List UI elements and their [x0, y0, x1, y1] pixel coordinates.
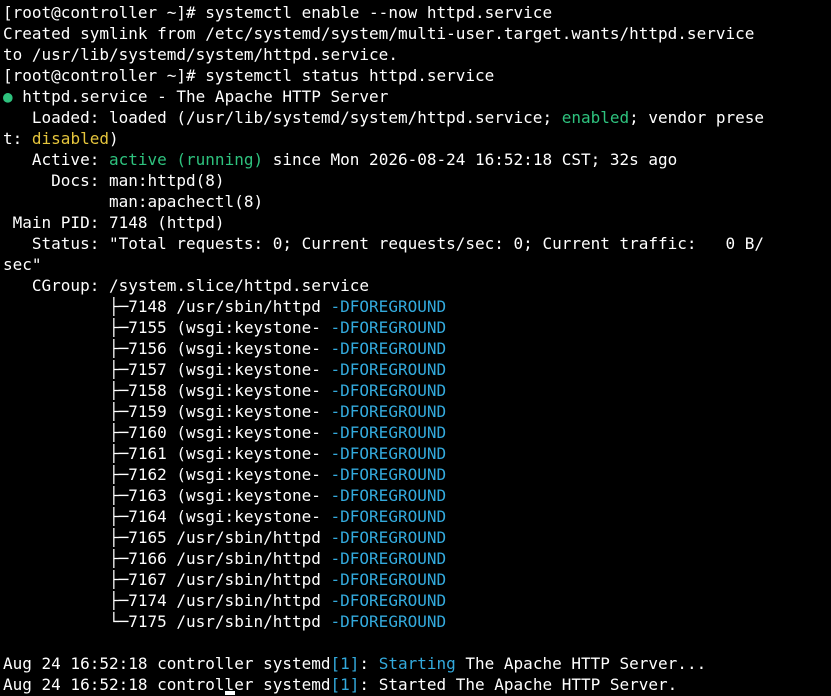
terminal-text: t:: [3, 129, 32, 148]
status-dot-icon: ●: [3, 87, 13, 106]
terminal-text: enabled: [561, 108, 630, 127]
terminal-text: ├─7165 /usr/sbin/httpd: [3, 528, 331, 547]
terminal-text: Main PID: 7148 (httpd): [3, 213, 225, 232]
terminal-text: Loaded: loaded (/usr/lib/systemd/system/…: [3, 108, 562, 127]
terminal-text: ├─7161 (wsgi:keystone-: [3, 444, 331, 463]
terminal-text: Created symlink from /etc/systemd/system…: [3, 24, 755, 43]
terminal-text: ├─7157 (wsgi:keystone-: [3, 360, 331, 379]
terminal-text: [1]: [330, 675, 360, 694]
terminal-line: man:apachectl(8): [3, 191, 831, 212]
terminal-text: CGroup: /system.slice/httpd.service: [3, 276, 370, 295]
terminal-line: ├─7155 (wsgi:keystone- -DFOREGROUND: [3, 317, 831, 338]
terminal-text: Active:: [3, 150, 109, 169]
terminal-text: since Mon 2026-08-24 16:52:18 CST; 32s a…: [263, 150, 678, 169]
terminal-line: Created symlink from /etc/systemd/system…: [3, 23, 831, 44]
terminal-line: ├─7167 /usr/sbin/httpd -DFOREGROUND: [3, 569, 831, 590]
terminal-text: ├─7164 (wsgi:keystone-: [3, 507, 331, 526]
terminal-text: -DFOREGROUND: [330, 570, 447, 589]
terminal-line: ├─7165 /usr/sbin/httpd -DFOREGROUND: [3, 527, 831, 548]
terminal-text: -DFOREGROUND: [330, 507, 447, 526]
terminal-text: Starting: [378, 654, 456, 673]
terminal-line: Aug 24 16:52:18 controller systemd[1]: S…: [3, 674, 831, 695]
terminal-text: man:apachectl(8): [3, 192, 264, 211]
terminal-text: ├─7162 (wsgi:keystone-: [3, 465, 331, 484]
terminal-text: ├─7159 (wsgi:keystone-: [3, 402, 331, 421]
terminal-line: ├─7164 (wsgi:keystone- -DFOREGROUND: [3, 506, 831, 527]
terminal-text: -DFOREGROUND: [330, 444, 447, 463]
terminal-text: -DFOREGROUND: [330, 297, 447, 316]
terminal-text: -DFOREGROUND: [330, 528, 447, 547]
terminal-text: ├─7158 (wsgi:keystone-: [3, 381, 331, 400]
terminal-line: ├─7156 (wsgi:keystone- -DFOREGROUND: [3, 338, 831, 359]
terminal-text: [1]: [330, 654, 360, 673]
terminal-text: [root@controller ~]# systemctl status ht…: [3, 66, 495, 85]
terminal-text: └─7175 /usr/sbin/httpd: [3, 612, 331, 631]
terminal-text: Status: "Total requests: 0; Current requ…: [3, 234, 764, 253]
terminal-text: ; vendor prese: [629, 108, 764, 127]
terminal-text: -DFOREGROUND: [330, 402, 447, 421]
cursor-block: [225, 691, 235, 695]
terminal-text: ├─7148 /usr/sbin/httpd: [3, 297, 331, 316]
terminal-line: [root@controller ~]# systemctl enable --…: [3, 2, 831, 23]
terminal-text: : Started The Apache HTTP Server.: [359, 675, 678, 694]
terminal-text: Aug 24 16:52:18 controller systemd: [3, 654, 331, 673]
terminal-text: sec": [3, 255, 42, 274]
terminal-text: -DFOREGROUND: [330, 318, 447, 337]
terminal-text: disabled: [31, 129, 109, 148]
terminal-line: ├─7166 /usr/sbin/httpd -DFOREGROUND: [3, 548, 831, 569]
terminal-text: ├─7163 (wsgi:keystone-: [3, 486, 331, 505]
terminal-line: ├─7160 (wsgi:keystone- -DFOREGROUND: [3, 422, 831, 443]
terminal-line: [root@controller ~]# systemctl status ht…: [3, 65, 831, 86]
terminal-line: Aug 24 16:52:18 controller systemd[1]: S…: [3, 653, 831, 674]
terminal-text: -DFOREGROUND: [330, 423, 447, 442]
terminal-text: The Apache HTTP Server...: [455, 654, 707, 673]
terminal-line: to /usr/lib/systemd/system/httpd.service…: [3, 44, 831, 65]
terminal-line: t: disabled): [3, 128, 831, 149]
terminal-text: httpd.service - The Apache HTTP Server: [12, 87, 389, 106]
terminal-window[interactable]: [root@controller ~]# systemctl enable --…: [0, 0, 831, 696]
terminal-line: ├─7162 (wsgi:keystone- -DFOREGROUND: [3, 464, 831, 485]
terminal-line: ├─7163 (wsgi:keystone- -DFOREGROUND: [3, 485, 831, 506]
terminal-line: Status: "Total requests: 0; Current requ…: [3, 233, 831, 254]
terminal-text: Aug 24 16:52:18 controller systemd: [3, 675, 331, 694]
terminal-text: ├─7156 (wsgi:keystone-: [3, 339, 331, 358]
terminal-line: ├─7174 /usr/sbin/httpd -DFOREGROUND: [3, 590, 831, 611]
terminal-text: -DFOREGROUND: [330, 549, 447, 568]
terminal-line: sec": [3, 254, 831, 275]
terminal-text: ├─7160 (wsgi:keystone-: [3, 423, 331, 442]
terminal-text: Docs: man:httpd(8): [3, 171, 225, 190]
terminal-text: [root@controller ~]# systemctl enable --…: [3, 3, 553, 22]
terminal-text: -DFOREGROUND: [330, 381, 447, 400]
terminal-line: CGroup: /system.slice/httpd.service: [3, 275, 831, 296]
terminal-line: ├─7161 (wsgi:keystone- -DFOREGROUND: [3, 443, 831, 464]
terminal-text: :: [359, 654, 379, 673]
terminal-line: ● httpd.service - The Apache HTTP Server: [3, 86, 831, 107]
terminal-line: ├─7159 (wsgi:keystone- -DFOREGROUND: [3, 401, 831, 422]
terminal-line: └─7175 /usr/sbin/httpd -DFOREGROUND: [3, 611, 831, 632]
terminal-line: Docs: man:httpd(8): [3, 170, 831, 191]
terminal-text: ├─7174 /usr/sbin/httpd: [3, 591, 331, 610]
terminal-line: Active: active (running) since Mon 2026-…: [3, 149, 831, 170]
terminal-text: -DFOREGROUND: [330, 591, 447, 610]
terminal-text: ): [108, 129, 119, 148]
terminal-text: -DFOREGROUND: [330, 612, 447, 631]
terminal-line: Loaded: loaded (/usr/lib/systemd/system/…: [3, 107, 831, 128]
terminal-text: ├─7167 /usr/sbin/httpd: [3, 570, 331, 589]
terminal-text: to /usr/lib/systemd/system/httpd.service…: [3, 45, 398, 64]
terminal-text: ├─7155 (wsgi:keystone-: [3, 318, 331, 337]
terminal-text: active (running): [108, 150, 264, 169]
terminal-line: ├─7148 /usr/sbin/httpd -DFOREGROUND: [3, 296, 831, 317]
terminal-line: ├─7157 (wsgi:keystone- -DFOREGROUND: [3, 359, 831, 380]
terminal-text: -DFOREGROUND: [330, 486, 447, 505]
terminal-text: -DFOREGROUND: [330, 339, 447, 358]
terminal-text: -DFOREGROUND: [330, 360, 447, 379]
terminal-line: Main PID: 7148 (httpd): [3, 212, 831, 233]
terminal-text: -DFOREGROUND: [330, 465, 447, 484]
terminal-line: ├─7158 (wsgi:keystone- -DFOREGROUND: [3, 380, 831, 401]
terminal-text: ├─7166 /usr/sbin/httpd: [3, 549, 331, 568]
